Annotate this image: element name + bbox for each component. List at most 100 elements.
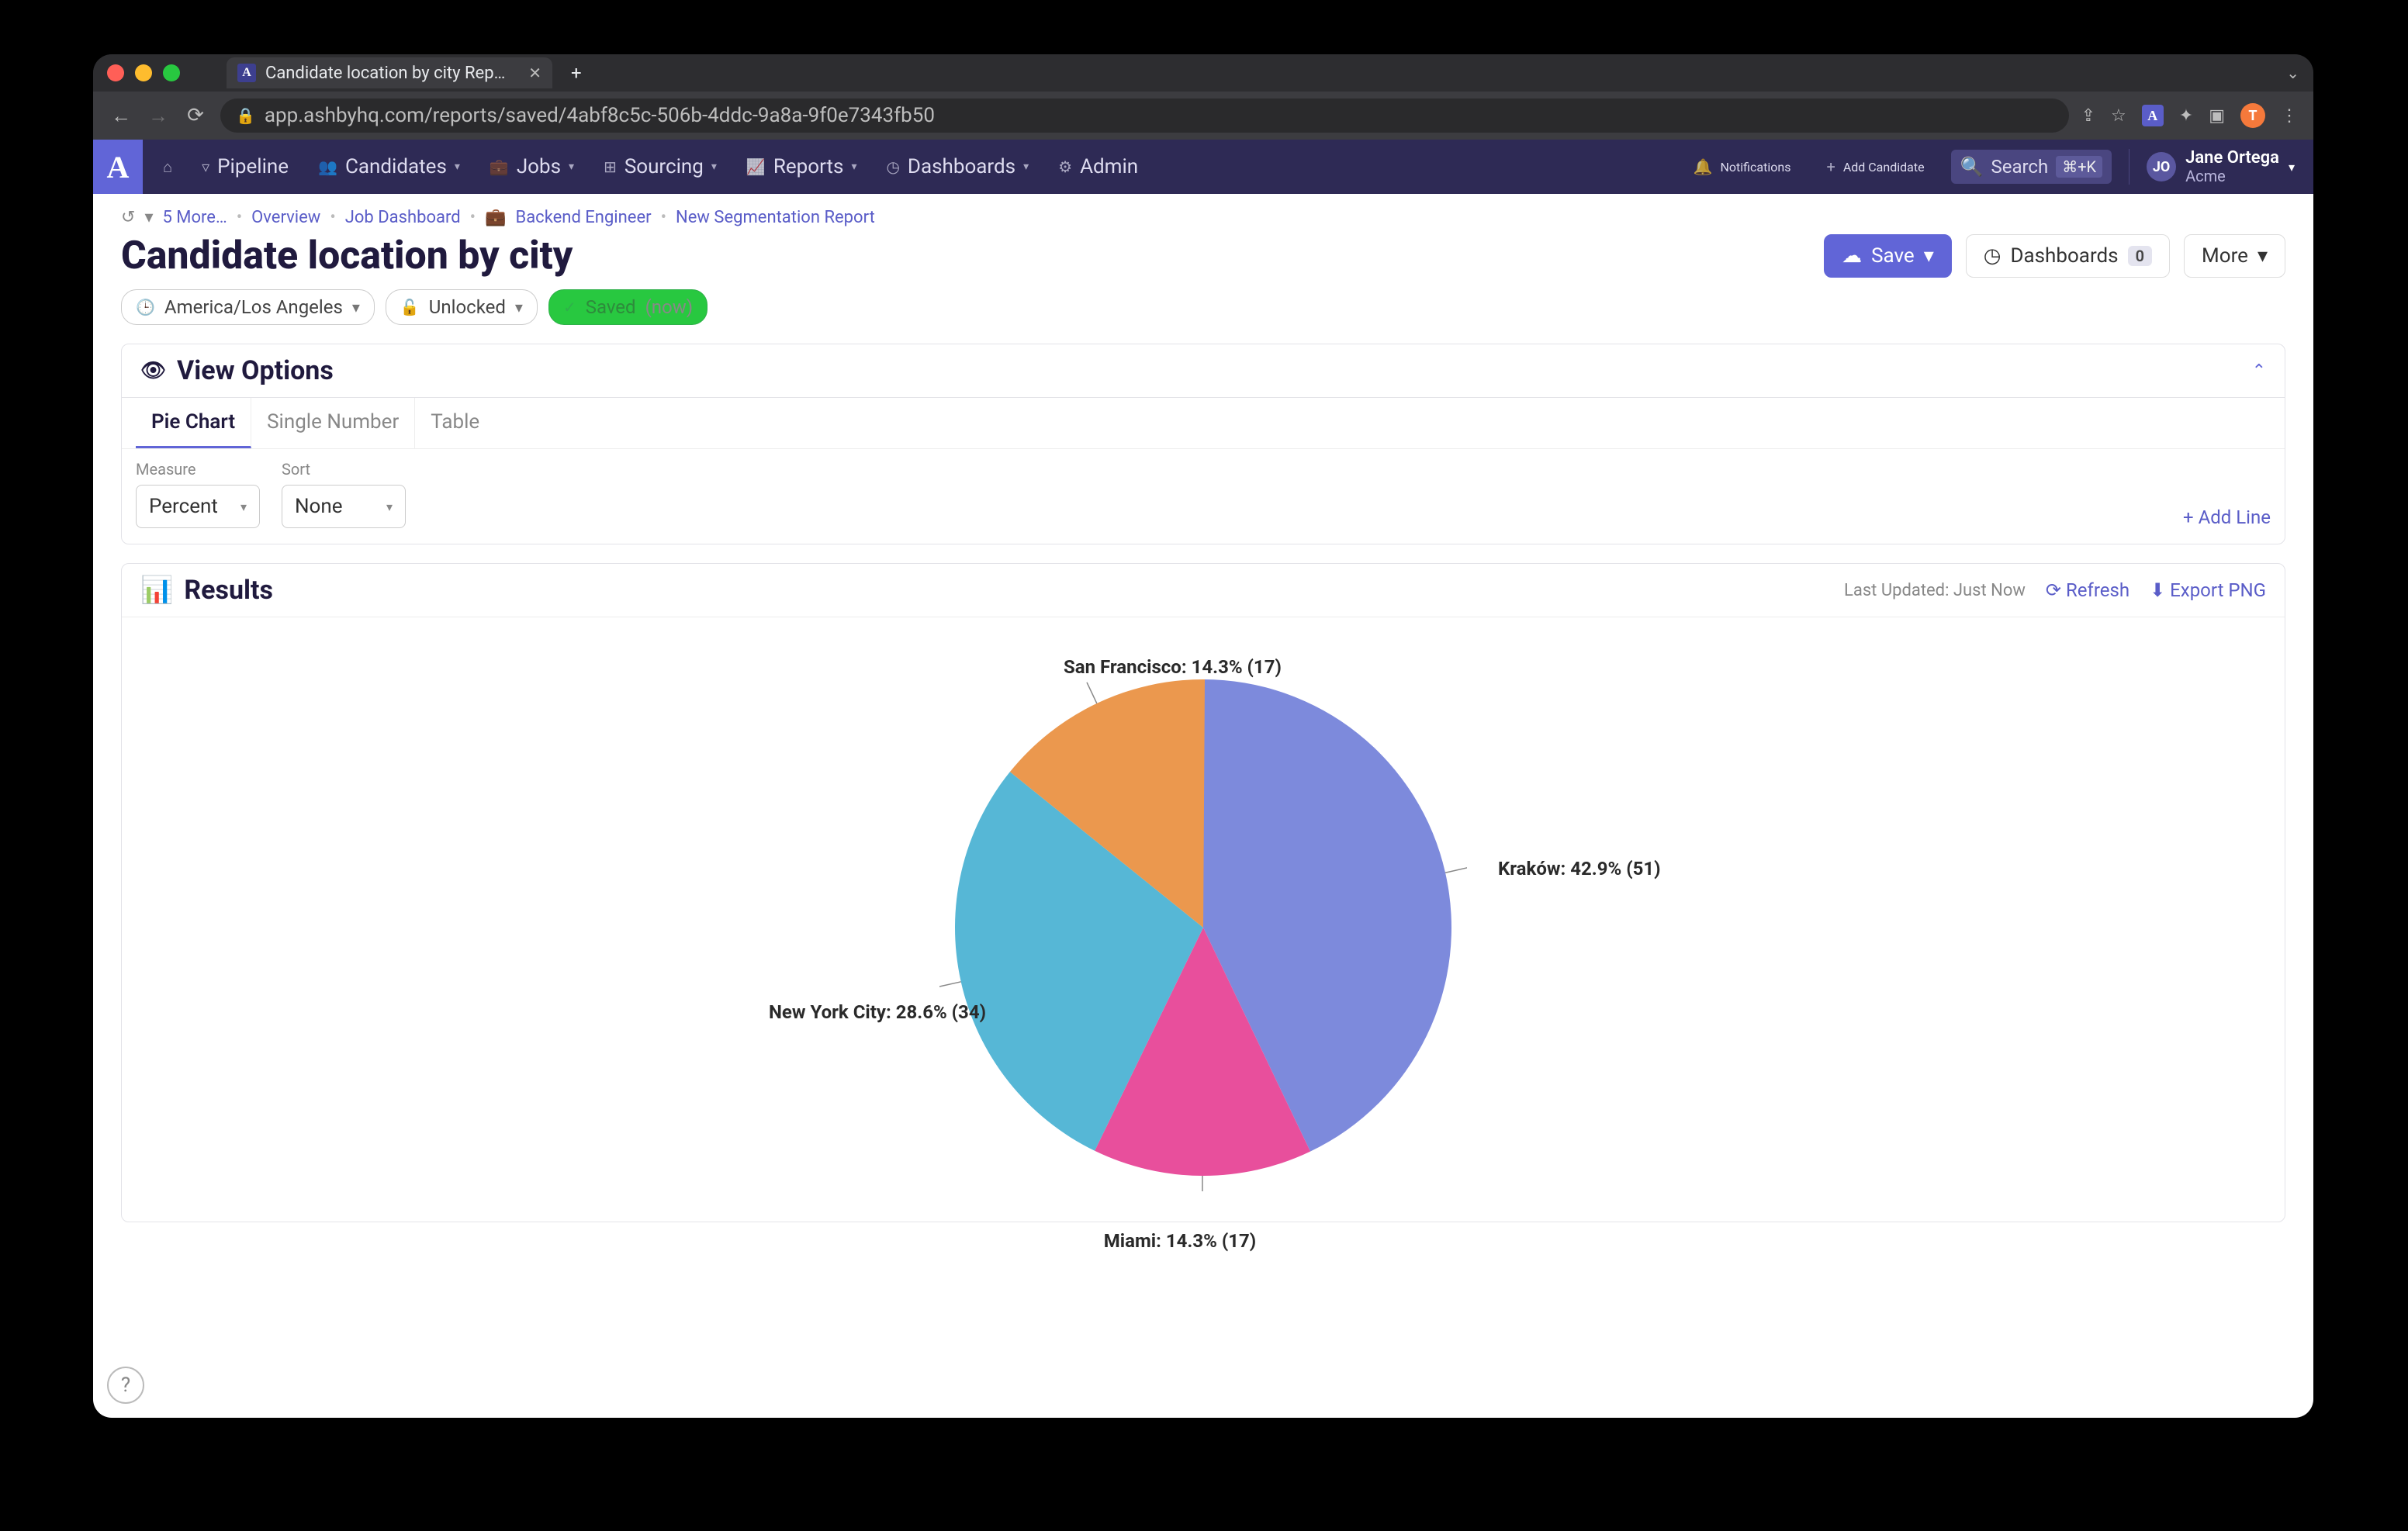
history-icon[interactable]: ↺ [121, 208, 135, 227]
add-candidate-button[interactable]: +Add Candidate [1817, 151, 1933, 182]
chevron-down-icon: ▾ [711, 161, 717, 173]
browser-toolbar: ← → ⟳ 🔒 app.ashbyhq.com/reports/saved/4a… [93, 92, 2313, 140]
dashboards-count-badge: 0 [2128, 246, 2152, 266]
user-avatar: JO [2147, 152, 2176, 181]
share-icon[interactable]: ⇪ [2081, 106, 2095, 126]
save-icon: ☁ [1842, 244, 1862, 268]
chevron-down-icon: ▾ [352, 298, 360, 316]
add-line-button[interactable]: + Add Line [2183, 506, 2271, 528]
funnel-icon: ▿ [202, 157, 209, 176]
chevron-down-icon: ▾ [455, 161, 460, 173]
sort-label: Sort [282, 460, 406, 479]
back-button[interactable]: ← [109, 104, 133, 128]
page-title: Candidate location by city [121, 233, 573, 278]
tabs-overflow-icon[interactable]: ⌄ [2286, 64, 2299, 82]
nav-dashboards[interactable]: ◷Dashboards▾ [877, 149, 1038, 185]
download-icon: ⬇ [2150, 579, 2165, 601]
ashby-extension-icon[interactable]: A [2142, 105, 2164, 126]
breadcrumb-more[interactable]: 5 More… [162, 208, 227, 227]
briefcase-icon: 💼 [490, 157, 509, 176]
gauge-icon: ◷ [886, 157, 899, 176]
user-org: Acme [2185, 168, 2279, 185]
minimize-window-icon[interactable] [135, 64, 152, 81]
results-panel: 📊Results Last Updated: Just Now ⟳ Refres… [121, 563, 2285, 1222]
tab-title: Candidate location by city Rep… [265, 64, 519, 83]
breadcrumb-item[interactable]: New Segmentation Report [676, 208, 875, 227]
home-button[interactable]: ⌂ [154, 151, 182, 183]
profile-avatar[interactable]: T [2240, 103, 2265, 128]
nav-reports[interactable]: 📈Reports▾ [737, 149, 867, 185]
panel-icon[interactable]: ▣ [2209, 106, 2225, 126]
plus-icon: + [1826, 157, 1835, 176]
nav-jobs[interactable]: 💼Jobs▾ [480, 149, 583, 185]
chevron-down-icon: ▾ [1924, 244, 1934, 268]
chevron-down-icon: ▾ [2258, 244, 2268, 268]
maximize-window-icon[interactable] [163, 64, 180, 81]
pie-slice-label: Kraków: 42.9% (51) [1498, 858, 1661, 880]
breadcrumb-item[interactable]: Job Dashboard [345, 208, 461, 227]
collapse-icon[interactable]: ⌃ [2252, 361, 2266, 381]
chevron-down-icon: ▾ [851, 161, 856, 173]
pie-chart: Kraków: 42.9% (51)Miami: 14.3% (17)New Y… [122, 617, 2285, 1222]
chevron-down-icon: ▾ [569, 161, 574, 173]
lock-chip[interactable]: 🔓Unlocked▾ [386, 289, 538, 325]
chevron-down-icon: ▾ [515, 298, 523, 316]
export-png-button[interactable]: ⬇ Export PNG [2150, 579, 2266, 601]
chevron-down-icon: ▾ [2289, 160, 2295, 175]
nav-candidates[interactable]: 👥Candidates▾ [309, 149, 469, 185]
bookmark-icon[interactable]: ☆ [2111, 106, 2126, 126]
view-options-panel: 👁View Options ⌃ Pie Chart Single Number … [121, 344, 2285, 544]
check-icon: ✓ [563, 298, 576, 316]
search-button[interactable]: 🔍Search⌘+K [1951, 150, 2112, 184]
tab-table[interactable]: Table [415, 398, 495, 448]
chevron-down-icon: ▾ [1023, 161, 1029, 173]
sourcing-icon: ⊞ [604, 157, 617, 176]
pie-chart-svg [939, 664, 1467, 1191]
breadcrumb-item[interactable]: Backend Engineer [516, 208, 652, 227]
forward-button: → [146, 104, 171, 128]
pie-slice-label: New York City: 28.6% (34) [769, 1001, 986, 1023]
measure-label: Measure [136, 460, 260, 479]
help-button[interactable]: ? [107, 1367, 144, 1404]
dashboards-button[interactable]: ◷Dashboards0 [1966, 234, 2170, 278]
refresh-button[interactable]: ⟳ Refresh [2046, 579, 2129, 601]
measure-select[interactable]: Percent▾ [136, 485, 260, 528]
timezone-chip[interactable]: 🕒America/Los Angeles▾ [121, 289, 375, 325]
clock-icon: 🕒 [136, 298, 155, 316]
chart-icon: 📊 [140, 575, 173, 606]
home-icon: ⌂ [163, 157, 172, 177]
browser-titlebar: A Candidate location by city Rep… ✕ + ⌄ [93, 54, 2313, 92]
chevron-down-icon[interactable]: ▾ [144, 208, 153, 227]
sort-select[interactable]: None▾ [282, 485, 406, 528]
app-logo[interactable]: A [93, 140, 143, 194]
address-bar[interactable]: 🔒 app.ashbyhq.com/reports/saved/4abf8c5c… [220, 98, 2069, 133]
gear-icon: ⚙ [1058, 157, 1072, 176]
browser-menu-icon[interactable]: ⋮ [2281, 106, 2298, 126]
eye-icon: 👁 [140, 359, 166, 382]
reload-button[interactable]: ⟳ [183, 104, 208, 127]
breadcrumb-item[interactable]: Overview [251, 208, 320, 227]
lock-icon: 🔒 [236, 106, 255, 125]
gauge-icon: ◷ [1984, 244, 2001, 268]
chevron-down-icon: ▾ [240, 499, 247, 514]
save-button[interactable]: ☁Save▾ [1824, 234, 1952, 278]
more-button[interactable]: More▾ [2184, 234, 2285, 278]
nav-sourcing[interactable]: ⊞Sourcing▾ [594, 149, 726, 185]
new-tab-button[interactable]: + [571, 62, 582, 84]
pie-slice-label: San Francisco: 14.3% (17) [1064, 656, 1282, 678]
breadcrumb: ↺ ▾ 5 More… • Overview • Job Dashboard •… [121, 208, 2285, 227]
tab-close-icon[interactable]: ✕ [528, 64, 541, 82]
tab-single-number[interactable]: Single Number [251, 398, 415, 448]
browser-tab[interactable]: A Candidate location by city Rep… ✕ [227, 57, 552, 88]
nav-pipeline[interactable]: ▿Pipeline [192, 149, 298, 185]
close-window-icon[interactable] [107, 64, 124, 81]
extensions-icon[interactable]: ✦ [2179, 106, 2193, 126]
notifications-button[interactable]: 🔔Notifications [1684, 151, 1801, 182]
search-shortcut: ⌘+K [2056, 156, 2102, 178]
last-updated-text: Last Updated: Just Now [1844, 581, 2026, 600]
tab-favicon: A [237, 64, 256, 82]
nav-admin[interactable]: ⚙Admin [1049, 149, 1147, 185]
user-menu[interactable]: JO Jane Ortega Acme ▾ [2129, 149, 2295, 185]
window-controls [107, 64, 180, 81]
tab-pie-chart[interactable]: Pie Chart [136, 398, 251, 448]
